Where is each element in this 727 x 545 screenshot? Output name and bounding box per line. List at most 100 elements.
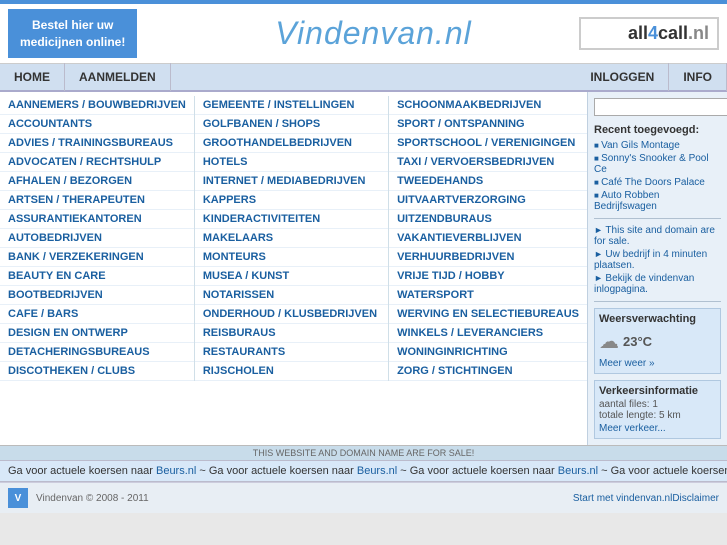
cloud-icon: ☁ (599, 329, 619, 354)
categories-section: AANNEMERS / BOUWBEDRIJVENACCOUNTANTSADVI… (0, 92, 587, 445)
ticker-link-2[interactable]: Beurs.nl (357, 465, 397, 477)
verkeer-lengte: totale lengte: 5 km (599, 410, 716, 421)
search-input[interactable] (594, 98, 727, 116)
sidebar: Vinden Recent toegevoegd: Van Gils Monta… (587, 92, 727, 445)
category-item[interactable]: VERHUURBEDRIJVEN (389, 248, 587, 267)
footer-start-link[interactable]: Start met vindenvan.nl (573, 493, 673, 504)
verkeer-files: aantal files: 1 (599, 399, 716, 410)
weather-more-link[interactable]: Meer weer » (599, 358, 716, 369)
nav-inloggen[interactable]: INLOGGEN (576, 63, 669, 91)
category-col-3: SCHOONMAAKBEDRIJVENSPORT / ONTSPANNINGSP… (389, 96, 587, 381)
weather-content: ☁ 23°C (599, 329, 716, 354)
category-item[interactable]: ADVIES / TRAININGSBUREAUS (0, 134, 194, 153)
search-row: Vinden (594, 98, 721, 116)
category-item[interactable]: DESIGN EN ONTWERP (0, 324, 194, 343)
weather-title: Weersverwachting (599, 313, 716, 325)
category-item[interactable]: VAKANTIEVERBLIJVEN (389, 229, 587, 248)
recent-link[interactable]: Auto Robben Bedrijfswagen (594, 190, 721, 212)
divider-2 (594, 301, 721, 302)
ticker-text-1: Ga voor actuele koersen naar (8, 465, 156, 477)
nav-home[interactable]: HOME (0, 63, 65, 91)
recent-link[interactable]: Café The Doors Palace (594, 177, 721, 188)
category-item[interactable]: WERVING EN SELECTIEBUREAUS (389, 305, 587, 324)
category-item[interactable]: SPORT / ONTSPANNING (389, 115, 587, 134)
ticker: Ga voor actuele koersen naar Beurs.nl ~ … (0, 460, 727, 482)
category-item[interactable]: TAXI / VERVOERSBEDRIJVEN (389, 153, 587, 172)
category-item[interactable]: KINDERACTIVITEITEN (195, 210, 388, 229)
category-item[interactable]: NOTARISSEN (195, 286, 388, 305)
category-item[interactable]: UITVAARTVERZORGING (389, 191, 587, 210)
ticker-text-2: ~ Ga voor actuele koersen naar (196, 465, 357, 477)
category-item[interactable]: AFHALEN / BEZORGEN (0, 172, 194, 191)
category-item[interactable]: WATERSPORT (389, 286, 587, 305)
category-item[interactable]: GROOTHANDELBEDRIJVEN (195, 134, 388, 153)
category-item[interactable]: KAPPERS (195, 191, 388, 210)
nav-info[interactable]: INFO (669, 63, 727, 91)
category-item[interactable]: CAFE / BARS (0, 305, 194, 324)
category-item[interactable]: AUTOBEDRIJVEN (0, 229, 194, 248)
category-item[interactable]: RESTAURANTS (195, 343, 388, 362)
category-item[interactable]: REISBURAUS (195, 324, 388, 343)
header-left: Bestel hier uwmedicijnen online! (8, 9, 168, 59)
category-col-2: GEMEENTE / INSTELLINGENGOLFBANEN / SHOPS… (195, 96, 389, 381)
footer-disclaimer-link[interactable]: Disclaimer (672, 493, 719, 504)
category-item[interactable]: AANNEMERS / BOUWBEDRIJVEN (0, 96, 194, 115)
category-item[interactable]: GEMEENTE / INSTELLINGEN (195, 96, 388, 115)
site-title: Vindenvan.nl (275, 15, 471, 51)
category-item[interactable]: ACCOUNTANTS (0, 115, 194, 134)
weather-box: Weersverwachting ☁ 23°C Meer weer » (594, 308, 721, 374)
recent-link[interactable]: Sonny's Snooker & Pool Ce (594, 153, 721, 175)
category-item[interactable]: WINKELS / LEVERANCIERS (389, 324, 587, 343)
category-item[interactable]: UITZENDBURAUS (389, 210, 587, 229)
footer: V Vindenvan © 2008 - 2011 Start met vind… (0, 482, 727, 513)
ticker-link-1[interactable]: Beurs.nl (156, 465, 196, 477)
category-item[interactable]: MUSEA / KUNST (195, 267, 388, 286)
category-item[interactable]: MONTEURS (195, 248, 388, 267)
verkeer-box: Verkeersinformatie aantal files: 1 total… (594, 380, 721, 439)
category-col-1: AANNEMERS / BOUWBEDRIJVENACCOUNTANTSADVI… (0, 96, 195, 381)
bestel-button[interactable]: Bestel hier uwmedicijnen online! (8, 9, 137, 59)
category-item[interactable]: ADVOCATEN / RECHTSHULP (0, 153, 194, 172)
category-item[interactable]: ONDERHOUD / KLUSBEDRIJVEN (195, 305, 388, 324)
category-item[interactable]: RIJSCHOLEN (195, 362, 388, 381)
ticker-text-4: ~ Ga voor actuele koersen naar (598, 465, 727, 477)
category-item[interactable]: ASSURANTIEKANTOREN (0, 210, 194, 229)
category-item[interactable]: BOOTBEDRIJVEN (0, 286, 194, 305)
header-right: all4call.nl (579, 17, 719, 50)
footer-copy: Vindenvan © 2008 - 2011 (36, 493, 573, 504)
category-item[interactable]: ZORG / STICHTINGEN (389, 362, 587, 381)
footer-logo: V (8, 488, 28, 508)
category-item[interactable]: DISCOTHEKEN / CLUBS (0, 362, 194, 381)
category-item[interactable]: HOTELS (195, 153, 388, 172)
navbar: HOME AANMELDEN INLOGGEN INFO (0, 64, 727, 92)
category-item[interactable]: INTERNET / MEDIABEDRIJVEN (195, 172, 388, 191)
ticker-link-3[interactable]: Beurs.nl (558, 465, 598, 477)
category-item[interactable]: DETACHERINGSBUREAUS (0, 343, 194, 362)
promo-links: This site and domain are for sale.Uw bed… (594, 225, 721, 295)
recent-link[interactable]: Van Gils Montage (594, 140, 721, 151)
category-item[interactable]: VRIJE TIJD / HOBBY (389, 267, 587, 286)
verkeer-title: Verkeersinformatie (599, 385, 716, 397)
ticker-text-3: ~ Ga voor actuele koersen naar (397, 465, 558, 477)
category-item[interactable]: BEAUTY EN CARE (0, 267, 194, 286)
divider-1 (594, 218, 721, 219)
category-item[interactable]: SCHOONMAAKBEDRIJVEN (389, 96, 587, 115)
category-item[interactable]: MAKELAARS (195, 229, 388, 248)
category-item[interactable]: ARTSEN / THERAPEUTEN (0, 191, 194, 210)
verkeer-more-link[interactable]: Meer verkeer... (599, 423, 716, 434)
promo-link[interactable]: Uw bedrijf in 4 minuten plaatsen. (594, 249, 721, 271)
header-center: Vindenvan.nl (168, 15, 579, 52)
category-item[interactable]: WONINGINRICHTING (389, 343, 587, 362)
main-content: AANNEMERS / BOUWBEDRIJVENACCOUNTANTSADVI… (0, 92, 727, 445)
category-item[interactable]: GOLFBANEN / SHOPS (195, 115, 388, 134)
promo-link[interactable]: Bekijk de vindenvan inlogpagina. (594, 273, 721, 295)
category-item[interactable]: SPORTSCHOOL / VERENIGINGEN (389, 134, 587, 153)
recent-links: Van Gils Montage Sonny's Snooker & Pool C… (594, 140, 721, 212)
category-item[interactable]: BANK / VERZEKERINGEN (0, 248, 194, 267)
all4call-logo: all4call.nl (579, 17, 719, 50)
nav-aanmelden[interactable]: AANMELDEN (65, 63, 171, 91)
category-grid: AANNEMERS / BOUWBEDRIJVENACCOUNTANTSADVI… (0, 96, 587, 381)
weather-temp: 23°C (623, 334, 652, 349)
promo-link[interactable]: This site and domain are for sale. (594, 225, 721, 247)
category-item[interactable]: TWEEDEHANDS (389, 172, 587, 191)
